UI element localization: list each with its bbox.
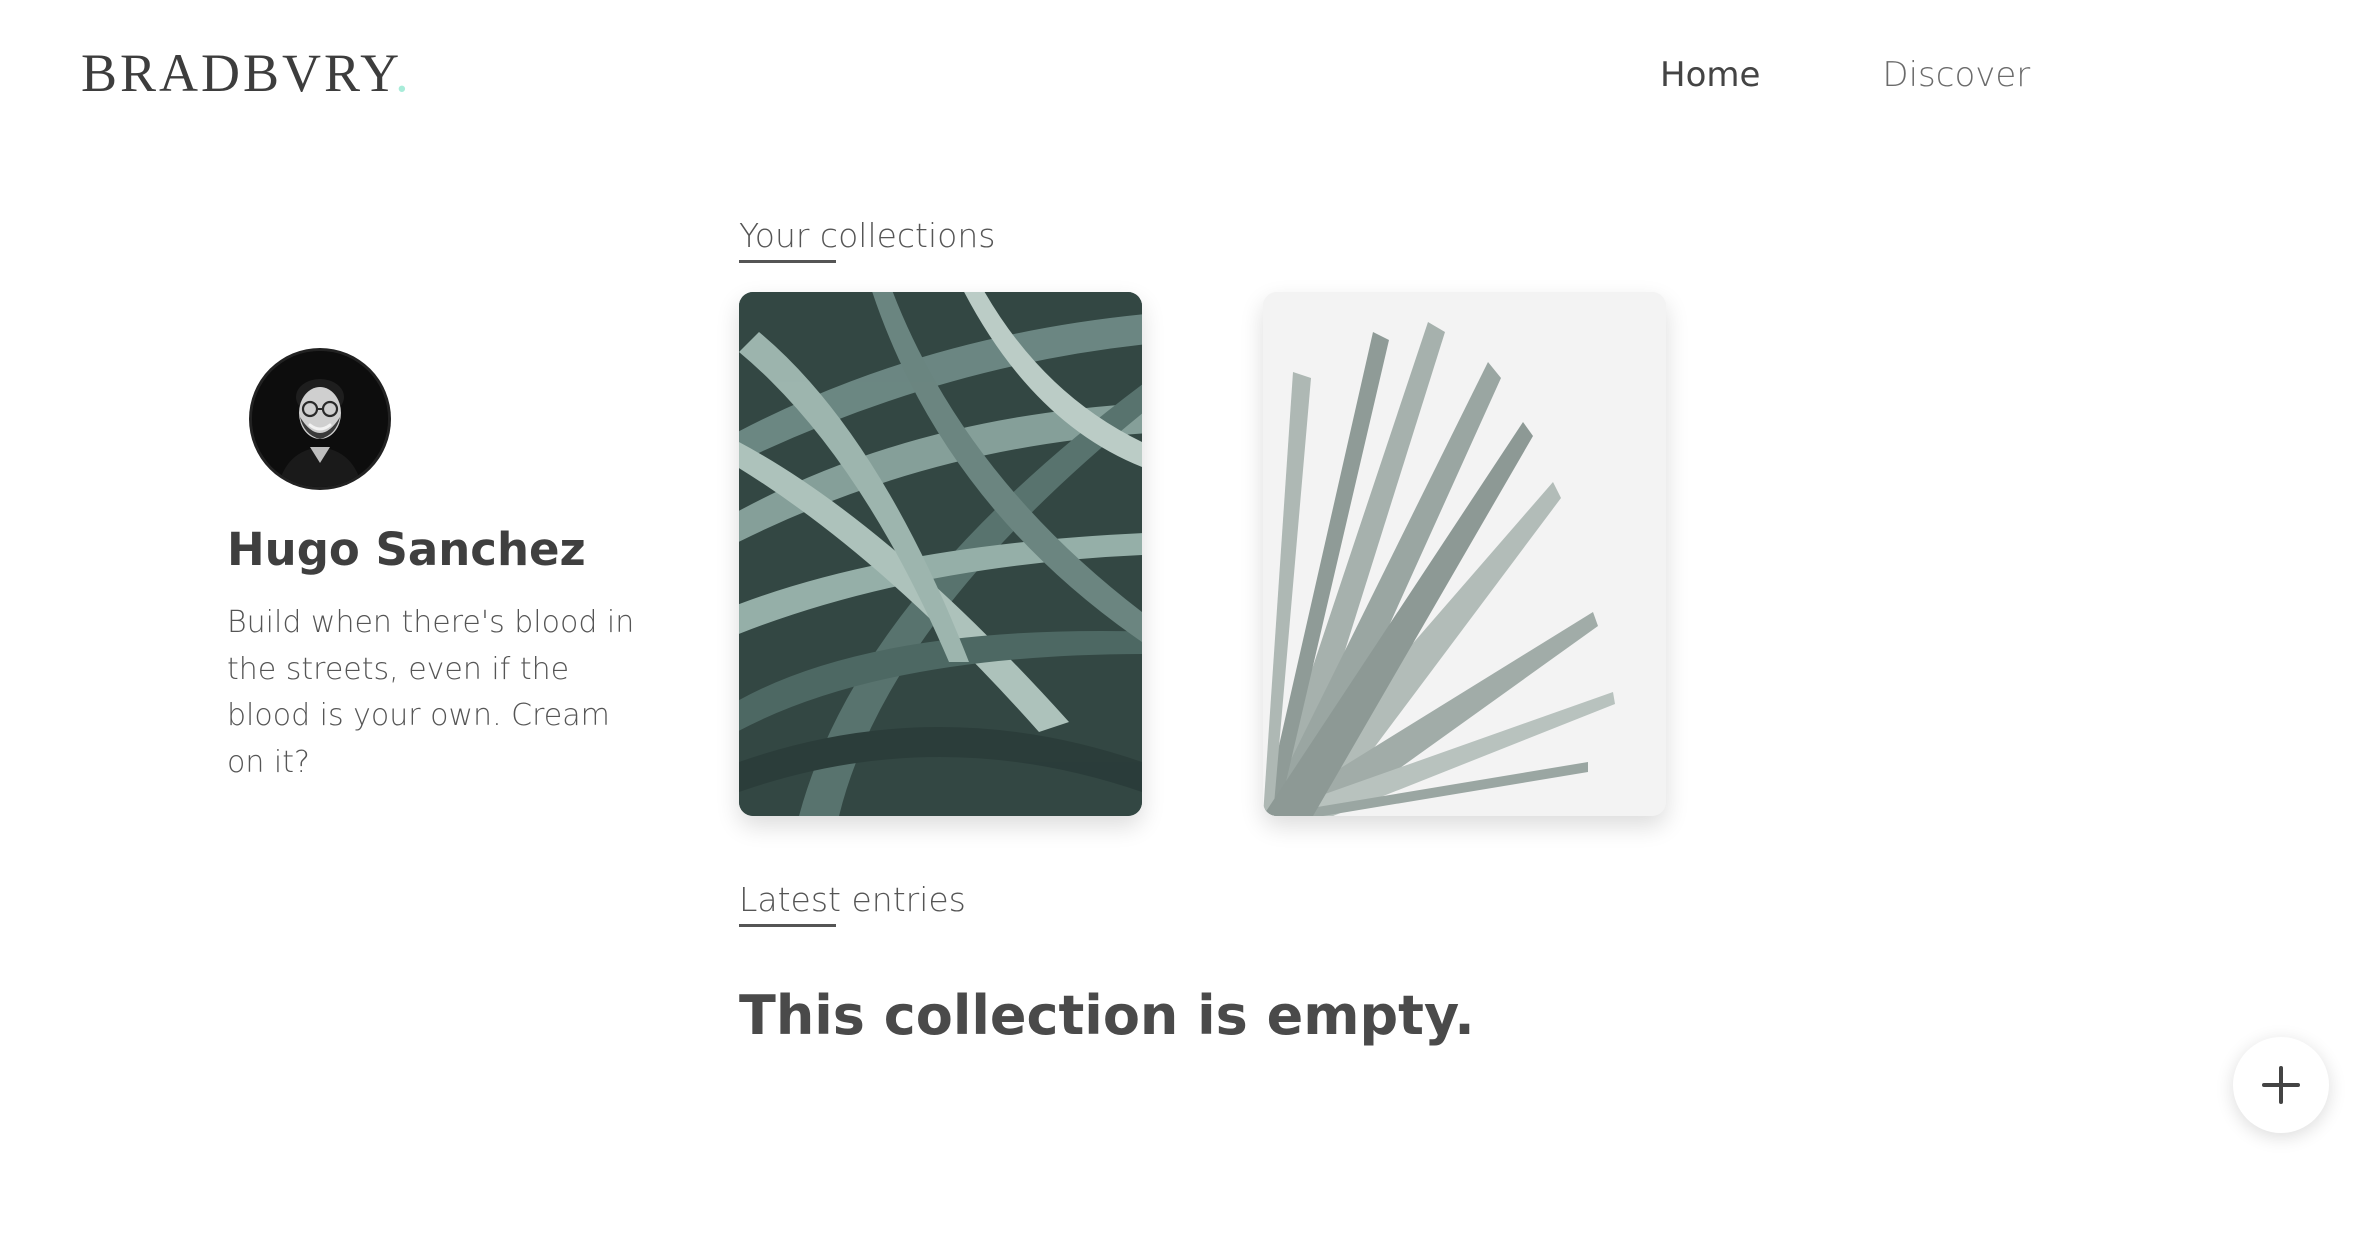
latest-entries-heading-underline — [739, 924, 836, 927]
avatar-portrait-icon — [252, 351, 388, 487]
profile-bio: Build when there's blood in the streets,… — [227, 605, 635, 780]
latest-entries-heading: Latest entries — [739, 880, 966, 919]
logo-dot: . — [395, 43, 412, 103]
empty-collection-message: This collection is empty. — [739, 984, 1475, 1047]
palm-leaves-light-image — [1263, 292, 1666, 816]
collection-card-palm-light[interactable] — [1263, 292, 1666, 816]
plus-icon — [2262, 1066, 2300, 1104]
logo[interactable]: BRADBVRY. — [81, 38, 412, 108]
add-button[interactable] — [2233, 1037, 2329, 1133]
palm-leaves-dark-image — [739, 292, 1142, 816]
logo-text: BRADBVRY — [81, 43, 396, 103]
profile-name: Hugo Sanchez — [227, 523, 586, 576]
collections-heading: Your collections — [739, 216, 996, 255]
collection-card-palm-dark[interactable] — [739, 292, 1142, 816]
page: BRADBVRY. Home Discover Hugo Sanchez Bui… — [0, 0, 2378, 1236]
main-nav: Home Discover — [1660, 52, 2030, 98]
avatar[interactable] — [252, 351, 388, 487]
nav-home-link[interactable]: Home — [1660, 52, 1760, 98]
nav-discover-link[interactable]: Discover — [1882, 52, 2030, 98]
collections-heading-underline — [739, 260, 836, 263]
